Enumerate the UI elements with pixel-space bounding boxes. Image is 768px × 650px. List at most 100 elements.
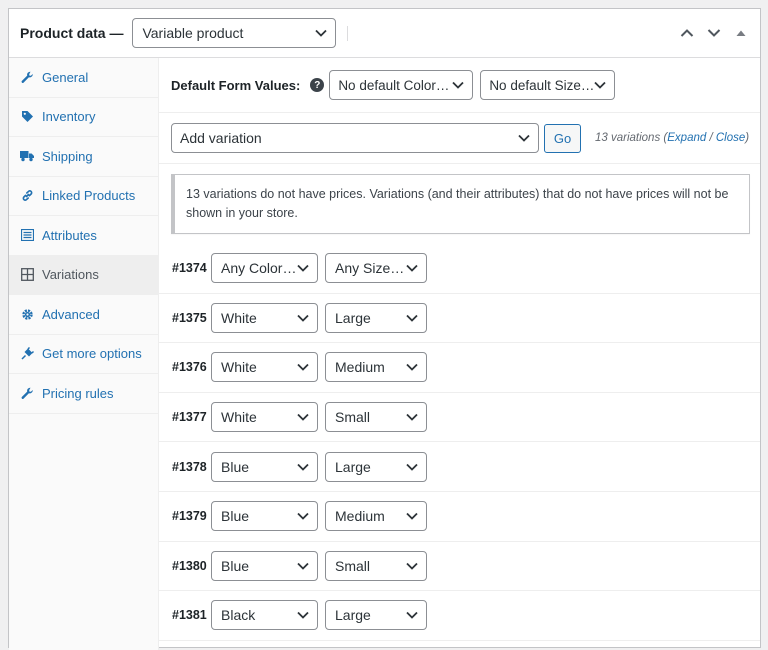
chevron-down-icon [297,612,309,620]
chevron-down-icon [406,562,418,570]
tab-label: Inventory [42,109,96,125]
variation-color-value: White [221,359,257,376]
chevron-down-icon [594,81,606,89]
gear-icon [20,307,34,321]
plugin-icon [20,347,34,361]
close-link[interactable]: Close [716,132,745,144]
default-size-value: No default Size… [489,77,595,93]
chevron-down-icon [297,562,309,570]
product-data-panel: Product data — Variable product General … [8,8,761,650]
chevron-down-icon [406,413,418,421]
help-icon[interactable]: ? [310,78,325,92]
chevron-down-icon [406,612,418,620]
add-variation-value: Add variation [180,130,262,146]
chevron-down-icon [406,463,418,471]
product-type-value: Variable product [142,25,244,41]
tab-attributes[interactable]: Attributes [9,216,158,256]
wrench-icon [20,386,34,400]
variation-size-select[interactable]: Small [325,402,427,433]
toggle-arrow-icon[interactable] [732,24,750,42]
tab-inventory[interactable]: Inventory [9,98,158,137]
panel-title: Product data — [20,25,124,41]
chevron-down-icon [297,413,309,421]
variation-color-select[interactable]: White [211,402,318,433]
grid-icon [20,268,34,282]
variation-color-value: Blue [221,508,250,525]
default-color-value: No default Color… [338,77,450,93]
expand-link[interactable]: Expand [667,132,706,144]
variation-color-value: Black [221,607,256,624]
tab-shipping[interactable]: Shipping [9,137,158,177]
variation-id: #1381 [172,608,207,623]
chevron-down-icon [315,29,328,37]
chevron-down-icon [406,265,418,273]
variation-color-value: White [221,409,257,426]
tab-label: Variations [42,267,99,283]
default-form-values-label: Default Form Values: [171,77,301,93]
panel-header: Product data — Variable product [9,9,760,58]
chevron-down-icon [297,463,309,471]
product-data-tabs: General Inventory Shipping Linked Produc… [9,58,159,650]
chevron-up-icon[interactable] [678,24,696,42]
tab-label: Linked Products [42,188,136,204]
chevron-down-icon [297,314,309,322]
chevron-down-icon[interactable] [705,24,723,42]
variation-size-select[interactable]: Medium [325,501,427,532]
chevron-down-icon [297,265,309,273]
tab-label: Get more options [42,346,142,362]
variation-color-select[interactable]: Any Color… [211,253,318,284]
variation-row: #1374 Any Color… Any Size… [159,244,760,294]
chevron-down-icon [406,314,418,322]
variation-color-select[interactable]: Black [211,600,318,631]
variation-size-value: Small [335,409,371,426]
variation-color-select[interactable]: White [211,352,318,383]
variation-size-select[interactable]: Large [325,600,427,631]
default-form-values: Default Form Values: ? No default Color…… [159,58,760,113]
truck-icon [20,149,34,163]
default-size-select[interactable]: No default Size… [480,70,616,100]
variations-count: 13 variations (Expand / Close) [595,132,750,144]
go-button[interactable]: Go [544,123,581,153]
variation-id: #1375 [172,310,207,325]
tab-general[interactable]: General [9,58,158,98]
variation-row: #1380 Blue Small [159,542,760,592]
tab-label: Pricing rules [42,385,114,401]
variation-color-select[interactable]: White [211,302,318,333]
variation-id: #1377 [172,410,207,425]
variation-color-select[interactable]: Blue [211,550,318,581]
variation-size-select[interactable]: Any Size… [325,253,427,284]
variation-size-select[interactable]: Large [325,302,427,333]
variation-color-select[interactable]: Blue [211,501,318,532]
panel-body: General Inventory Shipping Linked Produc… [9,58,760,650]
product-type-select[interactable]: Variable product [132,18,337,48]
header-divider [347,25,349,41]
default-color-select[interactable]: No default Color… [329,70,474,100]
variation-id: #1380 [172,558,207,573]
variation-id: #1376 [172,360,207,375]
tab-label: Advanced [42,306,100,322]
variation-row: #1379 Blue Medium [159,492,760,542]
tab-variations[interactable]: Variations [9,255,158,295]
tab-get-more-options[interactable]: Get more options [9,335,158,374]
variation-size-select[interactable]: Large [325,451,427,482]
wrench-icon [20,70,34,84]
variation-color-select[interactable]: Blue [211,451,318,482]
variation-row: #1375 White Large [159,294,760,344]
chevron-down-icon [297,364,309,372]
link-separator: / [709,132,713,144]
header-actions [678,9,750,57]
variations-panel: Default Form Values: ? No default Color…… [159,58,760,650]
tab-advanced[interactable]: Advanced [9,295,158,335]
variation-color-value: Blue [221,557,250,574]
variation-size-select[interactable]: Small [325,550,427,581]
tab-linked-products[interactable]: Linked Products [9,177,158,216]
tab-pricing-rules[interactable]: Pricing rules [9,374,158,414]
chevron-down-icon [406,513,418,521]
chevron-down-icon [406,364,418,372]
variations-count-text: 13 variations [595,132,661,144]
add-variation-select[interactable]: Add variation [171,123,539,153]
variation-id: #1374 [172,261,207,276]
variation-size-select[interactable]: Medium [325,352,427,383]
variation-row: #1378 Blue Large [159,442,760,492]
variation-size-value: Any Size… [335,260,405,277]
